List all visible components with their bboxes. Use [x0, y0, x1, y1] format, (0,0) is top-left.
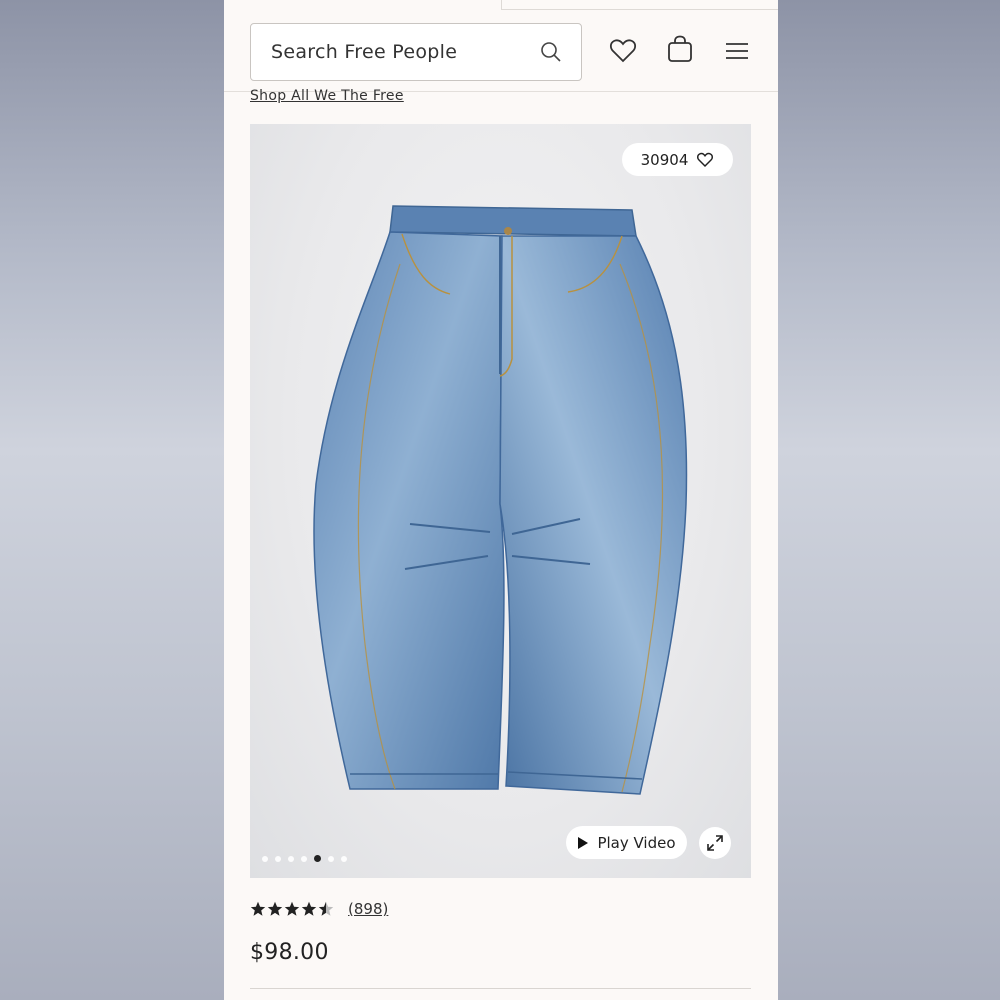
star-full-icon — [301, 901, 317, 916]
divider — [250, 988, 751, 989]
carousel-indicator — [262, 855, 347, 862]
shop-all-link[interactable]: Shop All We The Free — [250, 88, 404, 104]
site-header: Search Free People — [224, 0, 778, 92]
carousel-dot[interactable] — [288, 855, 294, 862]
carousel-dot-active[interactable] — [314, 855, 321, 862]
carousel-dot[interactable] — [341, 855, 347, 862]
carousel-dot[interactable] — [275, 855, 281, 862]
jeans-photo — [313, 205, 688, 795]
favorite-count-button[interactable]: 30904 — [622, 143, 733, 176]
carousel-dot[interactable] — [301, 855, 307, 862]
search-icon[interactable] — [539, 40, 563, 64]
expand-image-button[interactable] — [699, 827, 731, 859]
favorite-count: 30904 — [640, 150, 689, 169]
carousel-dot[interactable] — [262, 855, 268, 862]
review-count-link[interactable]: (898) — [348, 900, 388, 918]
search-placeholder: Search Free People — [271, 41, 458, 63]
play-video-button[interactable]: Play Video — [566, 826, 687, 859]
mobile-page: Search Free People Shop All We The Free — [224, 0, 778, 1000]
product-image[interactable]: 30904 Play Video — [250, 124, 751, 878]
star-half-icon — [318, 901, 334, 916]
shopping-bag-icon[interactable] — [665, 34, 695, 64]
search-input[interactable]: Search Free People — [250, 23, 582, 81]
expand-icon — [707, 835, 723, 851]
hamburger-menu-icon[interactable] — [723, 38, 753, 68]
play-icon — [578, 836, 589, 849]
product-price: $98.00 — [250, 940, 329, 965]
star-rating — [250, 901, 334, 917]
heart-icon[interactable] — [608, 36, 638, 66]
star-full-icon — [284, 901, 300, 916]
star-full-icon — [250, 901, 266, 916]
heart-icon — [697, 152, 714, 167]
product-rating[interactable]: (898) — [250, 900, 388, 918]
star-full-icon — [267, 901, 283, 916]
play-video-label: Play Video — [597, 833, 676, 852]
carousel-dot[interactable] — [328, 855, 334, 862]
